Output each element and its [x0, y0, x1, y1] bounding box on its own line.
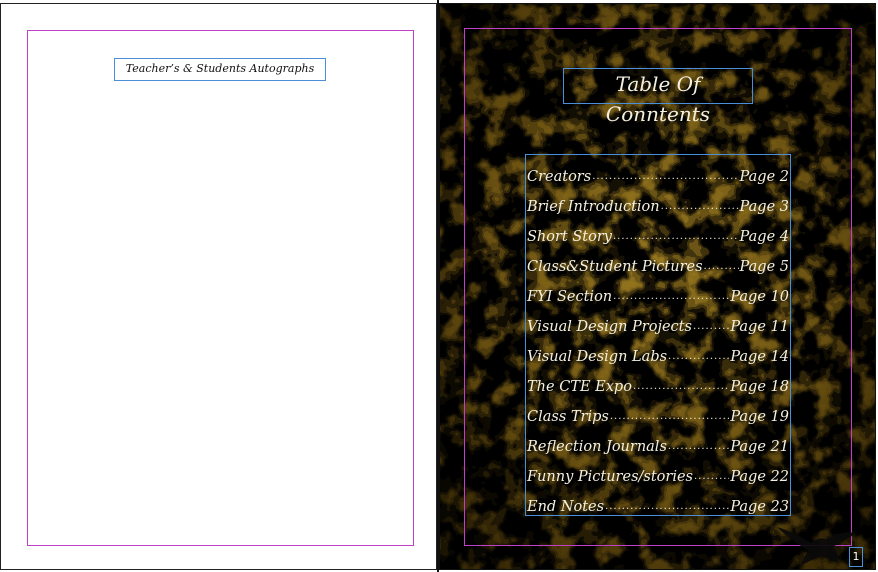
- toc-entry-page: Page 3: [739, 199, 789, 215]
- toc-entry[interactable]: Short Story Page 4: [526, 215, 790, 245]
- toc-entry-label: Class&Student Pictures: [527, 259, 703, 275]
- toc-entry-page: Page 22: [730, 469, 789, 485]
- toc-dot-leader: [610, 411, 729, 425]
- autograph-heading[interactable]: Teacher’s & Students Autographs: [114, 58, 326, 81]
- toc-entry-label: Class Trips: [527, 409, 609, 425]
- toc-entry[interactable]: Visual Design Projects Page 11: [526, 305, 790, 335]
- toc-entry[interactable]: Creators Page 2: [526, 155, 790, 185]
- toc-entry[interactable]: Visual Design Labs Page 14: [526, 335, 790, 365]
- toc-entry-page: Page 14: [730, 349, 789, 365]
- toc-entry[interactable]: Funny Pictures/stories Page 22: [526, 455, 790, 485]
- toc-entry-label: Brief Introduction: [527, 199, 660, 215]
- toc-entry[interactable]: Class&Student Pictures Page 5: [526, 245, 790, 275]
- toc-entry[interactable]: The CTE Expo Page 18: [526, 365, 790, 395]
- toc-dot-leader: [613, 291, 729, 305]
- toc-dot-leader: [668, 351, 729, 365]
- toc-entry-page: Page 19: [730, 409, 789, 425]
- toc-entry-label: Visual Design Projects: [527, 319, 692, 335]
- toc-title[interactable]: Table Of Conntents: [563, 68, 753, 126]
- toc-dot-leader: [605, 501, 729, 515]
- toc-entry-page: Page 18: [730, 379, 789, 395]
- toc-dot-leader: [668, 441, 729, 455]
- toc-entry[interactable]: Brief Introduction Page 3: [526, 185, 790, 215]
- toc-entry-page: Page 21: [730, 439, 789, 455]
- toc-entry-label: Funny Pictures/stories: [527, 469, 693, 485]
- eagle-silhouette-icon: [777, 527, 857, 565]
- toc-entry[interactable]: FYI Section Page 10: [526, 275, 790, 305]
- toc-entry-page: Page 10: [730, 289, 789, 305]
- page-number: 1: [849, 547, 863, 567]
- toc-entry-page: Page 2: [739, 169, 789, 185]
- toc-dot-leader: [704, 261, 739, 275]
- document-spread: Teacher’s & Students Autographs Table Of…: [0, 0, 878, 572]
- toc-dot-leader: [694, 471, 729, 485]
- left-page-margin-guide: [27, 30, 414, 546]
- toc-entry[interactable]: Reflection Journals Page 21: [526, 425, 790, 455]
- toc-entry-page: Page 11: [730, 319, 789, 335]
- toc-entry-label: Creators: [527, 169, 592, 185]
- toc-entry-page: Page 5: [739, 259, 789, 275]
- toc-dot-leader: [661, 201, 739, 215]
- toc-dot-leader: [592, 171, 738, 185]
- toc-entry-label: The CTE Expo: [527, 379, 632, 395]
- right-page: Table Of Conntents CreatorsPage 2Brief I…: [439, 3, 876, 570]
- toc-entry-label: End Notes: [527, 499, 605, 515]
- toc-entry[interactable]: Class Trips Page 19: [526, 395, 790, 425]
- toc-entry-label: Short Story: [527, 229, 612, 245]
- toc-dot-leader: [613, 231, 739, 245]
- toc-list[interactable]: CreatorsPage 2Brief IntroductionPage 3Sh…: [525, 154, 791, 516]
- toc-entry-label: Reflection Journals: [527, 439, 667, 455]
- toc-dot-leader: [693, 321, 729, 335]
- toc-dot-leader: [633, 381, 729, 395]
- toc-entry-page: Page 4: [739, 229, 789, 245]
- toc-entry[interactable]: End NotesPage 23: [526, 485, 790, 515]
- toc-entry-label: FYI Section: [527, 289, 613, 305]
- toc-entry-label: Visual Design Labs: [527, 349, 668, 365]
- left-page: Teacher’s & Students Autographs: [0, 3, 437, 570]
